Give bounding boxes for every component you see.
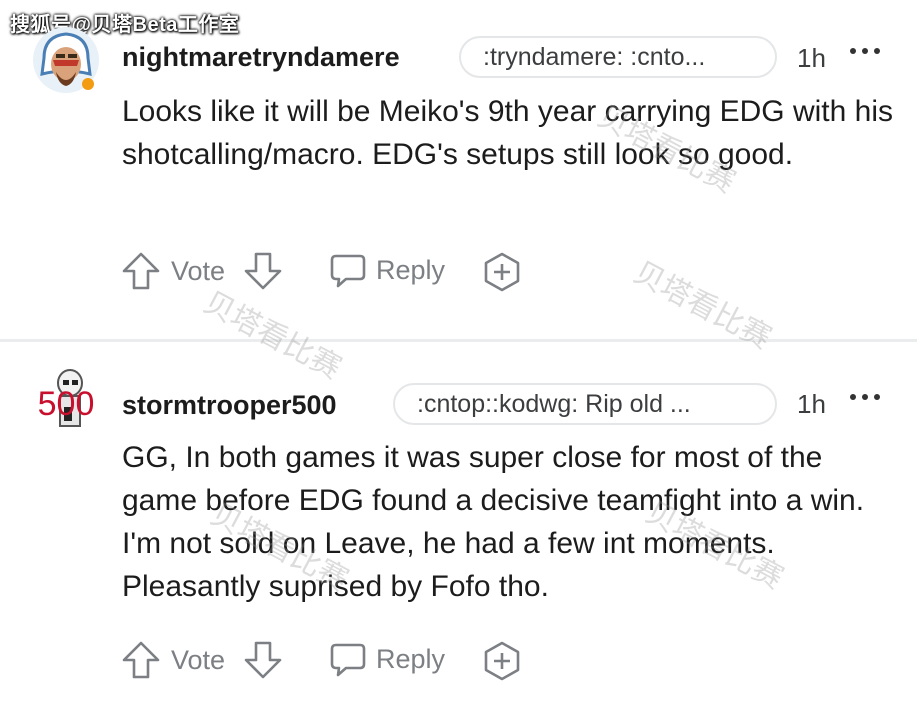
- downvote-icon: [244, 641, 282, 679]
- reply-label: Reply: [376, 643, 446, 674]
- avatar-500-text: 500: [38, 385, 95, 423]
- user-flair: :cntop::kodwg: Rip old ...: [393, 383, 777, 425]
- comment-divider: [0, 339, 917, 342]
- downvote-icon: [244, 252, 282, 290]
- comment-actions: Vote Reply: [120, 639, 540, 683]
- reply-icon: [330, 254, 366, 288]
- avatar[interactable]: 500: [30, 363, 102, 435]
- username[interactable]: nightmaretryndamere: [122, 42, 400, 73]
- downvote-button[interactable]: [242, 639, 284, 681]
- timestamp: 1h: [797, 389, 826, 419]
- avatar-image: 500: [38, 369, 95, 427]
- reply-button[interactable]: Reply: [328, 250, 445, 290]
- downvote-button[interactable]: [242, 250, 284, 292]
- comment-body: Looks like it will be Meiko's 9th year c…: [122, 95, 894, 171]
- award-icon: [484, 641, 520, 681]
- comment-1: nightmaretryndamere :tryndamere: :cnto..…: [0, 0, 917, 340]
- more-options-icon[interactable]: [848, 388, 884, 408]
- reply-icon: [330, 643, 366, 677]
- upvote-button[interactable]: [120, 639, 162, 681]
- vote-label: Vote: [171, 256, 226, 286]
- upvote-button[interactable]: [120, 250, 162, 292]
- comment-actions: Vote Reply: [120, 250, 540, 294]
- reply-label: Reply: [376, 254, 446, 285]
- timestamp: 1h: [797, 43, 826, 73]
- award-button[interactable]: [482, 641, 522, 681]
- avatar-image: [33, 27, 99, 93]
- comment-body: GG, In both games it was super close for…: [122, 441, 865, 603]
- username[interactable]: stormtrooper500: [122, 390, 337, 421]
- award-button[interactable]: [482, 252, 522, 292]
- reply-button[interactable]: Reply: [328, 639, 445, 679]
- comment-2: 500 stormtrooper500 :cntop::kodwg: Rip o…: [0, 343, 917, 705]
- upvote-icon: [122, 641, 160, 679]
- award-icon: [484, 252, 520, 292]
- avatar[interactable]: [30, 24, 102, 96]
- vote-label: Vote: [171, 645, 226, 675]
- more-options-icon[interactable]: [848, 42, 884, 62]
- user-flair: :tryndamere: :cnto...: [459, 36, 777, 78]
- upvote-icon: [122, 252, 160, 290]
